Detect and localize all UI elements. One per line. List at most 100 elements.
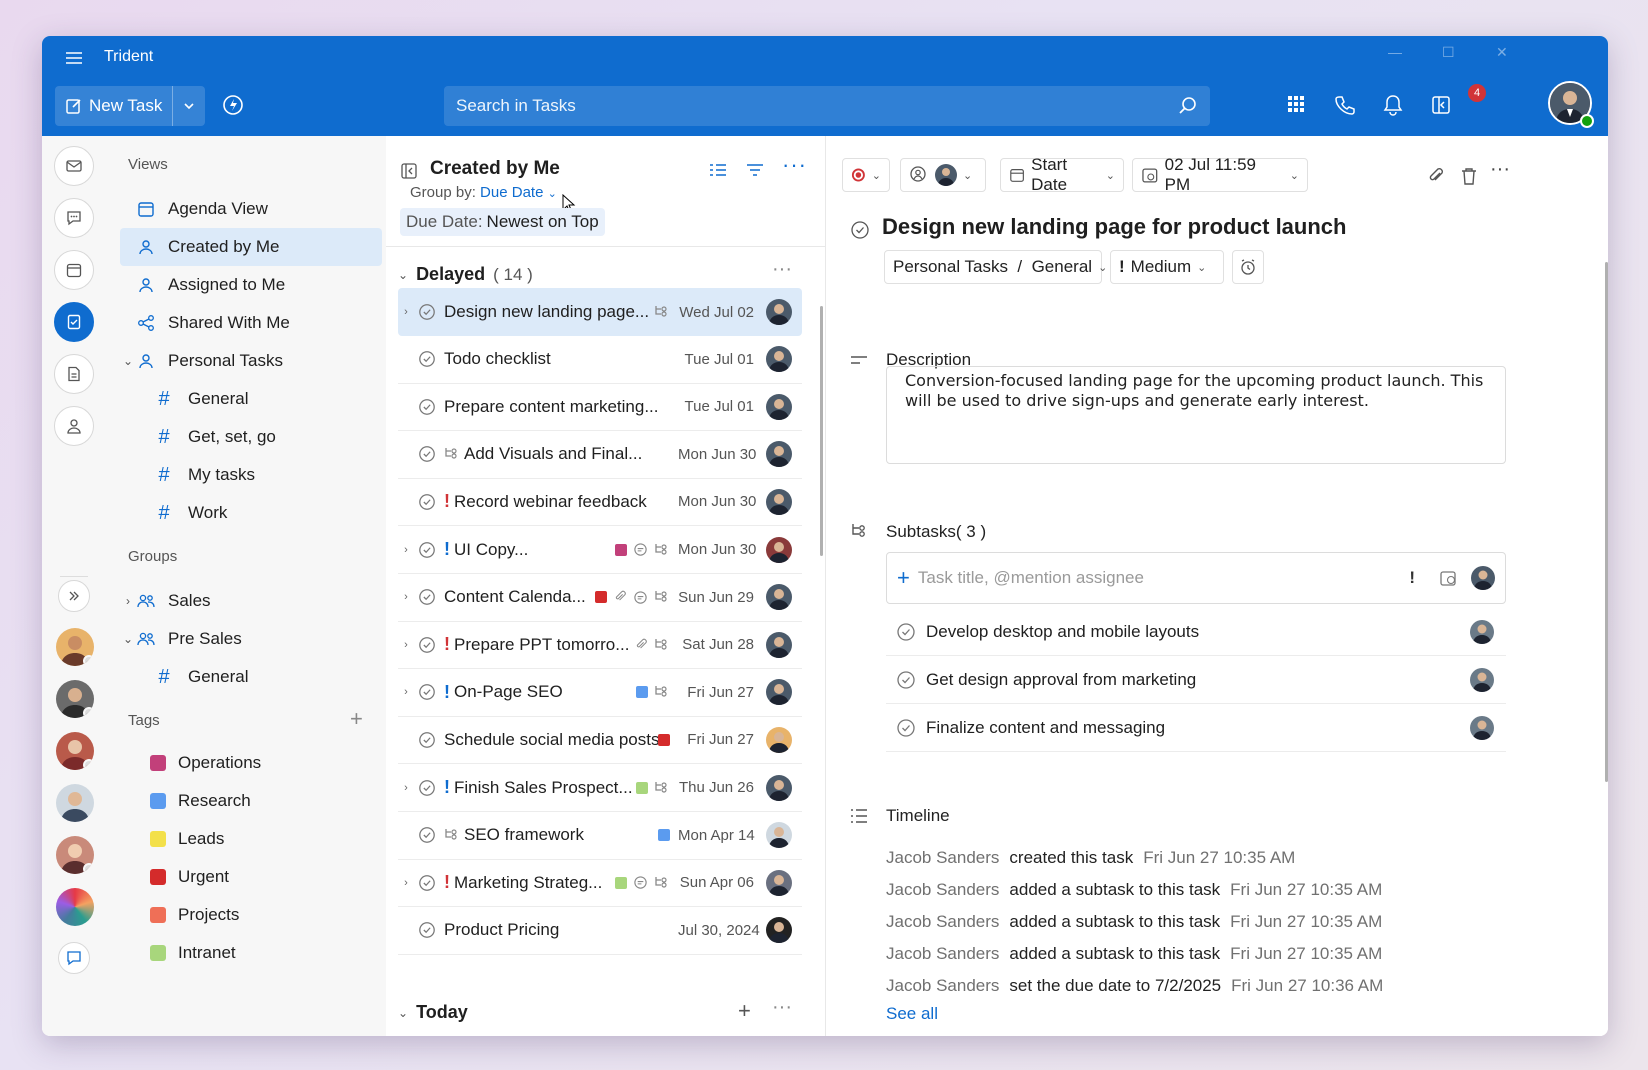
task-row[interactable]: › Design new landing page... Wed Jul 02 [398, 288, 802, 336]
rail-chat[interactable] [54, 198, 94, 238]
task-complete-toggle[interactable] [414, 874, 440, 892]
task-complete-toggle[interactable] [414, 445, 440, 463]
contact-avatar[interactable] [56, 732, 94, 770]
check-circle-icon[interactable] [418, 921, 436, 939]
nav-group-pre-sales[interactable]: ⌄ Pre Sales [120, 620, 382, 658]
assignee-dropdown[interactable]: ⌄ [900, 158, 986, 192]
task-complete-toggle[interactable] [414, 350, 440, 368]
check-circle-icon[interactable] [896, 622, 916, 642]
nav-list-get-set-go[interactable]: # Get, set, go [154, 418, 382, 456]
complete-check-icon[interactable] [850, 220, 870, 240]
close-icon[interactable]: ✕ [1496, 44, 1508, 61]
list-view-icon[interactable] [708, 162, 728, 178]
start-date-dropdown[interactable]: Start Date ⌄ [1000, 155, 1124, 194]
calendar-clock-icon[interactable] [1439, 569, 1459, 587]
task-row[interactable]: Schedule social media posts Fri Jun 27 [398, 716, 802, 765]
rail-mail[interactable] [54, 146, 94, 186]
task-complete-toggle[interactable] [414, 588, 440, 606]
due-date-dropdown[interactable]: 02 Jul 11:59 PM ⌄ [1132, 155, 1308, 194]
check-circle-icon[interactable] [418, 398, 436, 416]
more-options-icon[interactable]: ··· [782, 152, 807, 178]
check-circle-icon[interactable] [418, 350, 436, 368]
chevron-right-icon[interactable]: › [398, 686, 414, 698]
nav-tag-leads[interactable]: Leads [150, 820, 382, 858]
minimize-icon[interactable]: — [1388, 44, 1402, 60]
status-dropdown[interactable]: ⌄ [842, 158, 890, 192]
check-circle-icon[interactable] [896, 670, 916, 690]
contact-avatar[interactable] [56, 680, 94, 718]
nav-personal-tasks[interactable]: ⌄ Personal Tasks [120, 342, 382, 380]
see-all-link[interactable]: See all [886, 1004, 938, 1024]
nav-assigned-to-me[interactable]: Assigned to Me [120, 266, 382, 304]
chevron-right-icon[interactable]: › [398, 544, 414, 556]
chevron-down-icon[interactable]: ⌄ [120, 354, 136, 368]
check-circle-icon[interactable] [418, 588, 436, 606]
apps-grid-icon[interactable] [1286, 94, 1306, 114]
check-circle-icon[interactable] [418, 826, 436, 844]
list-selector[interactable]: Personal Tasks / General ⌄ [884, 250, 1107, 284]
task-row[interactable]: ›! Finish Sales Prospect... Thu Jun 26 [398, 764, 802, 812]
rail-calendar[interactable] [54, 250, 94, 290]
detail-more-icon[interactable]: ··· [1490, 158, 1510, 181]
chevron-down-icon[interactable]: ⌄ [120, 632, 136, 646]
task-complete-toggle[interactable] [414, 826, 440, 844]
task-row[interactable]: ›! Prepare PPT tomorro... Sat Jun 28 [398, 621, 802, 670]
collapse-pane-icon[interactable] [400, 162, 418, 180]
group-header-today[interactable]: ⌄ Today [398, 1002, 468, 1023]
detail-scrollbar[interactable] [1605, 262, 1608, 782]
rail-notes[interactable] [54, 354, 94, 394]
chevron-right-icon[interactable]: › [120, 594, 136, 608]
search-input[interactable]: Search in Tasks [456, 96, 1178, 116]
description-field[interactable]: Conversion-focused landing page for the … [886, 366, 1506, 464]
group-by-value[interactable]: Due Date [480, 184, 543, 201]
task-row[interactable]: Product Pricing Jul 30, 2024 [398, 907, 802, 955]
task-row[interactable]: SEO framework Mon Apr 14 [398, 812, 802, 860]
hamburger-menu-icon[interactable] [64, 48, 84, 68]
task-complete-toggle[interactable] [414, 303, 440, 321]
task-complete-toggle[interactable] [414, 493, 440, 511]
nav-group-sales[interactable]: › Sales [120, 582, 382, 620]
rail-tasks[interactable] [54, 302, 94, 342]
list-scrollbar[interactable] [820, 306, 823, 556]
new-task-dropdown[interactable] [173, 86, 205, 126]
nav-tag-urgent[interactable]: Urgent [150, 858, 382, 896]
maximize-icon[interactable]: ☐ [1442, 44, 1455, 61]
check-circle-icon[interactable] [896, 718, 916, 738]
check-circle-icon[interactable] [418, 636, 436, 654]
check-circle-icon[interactable] [418, 874, 436, 892]
search-icon[interactable] [1178, 96, 1198, 116]
contact-avatar[interactable] [56, 784, 94, 822]
new-task-button[interactable]: New Task [55, 86, 173, 126]
subtask-item[interactable]: Develop desktop and mobile layouts [886, 608, 1506, 656]
task-complete-toggle[interactable] [414, 541, 440, 559]
task-row[interactable]: ›! UI Copy... Mon Jun 30 [398, 526, 802, 574]
subtask-item[interactable]: Get design approval from marketing [886, 656, 1506, 704]
contact-avatar[interactable] [56, 836, 94, 874]
check-circle-icon[interactable] [418, 493, 436, 511]
chevron-right-icon[interactable]: › [398, 877, 414, 889]
nav-agenda-view[interactable]: Agenda View [120, 190, 382, 228]
check-circle-icon[interactable] [418, 731, 436, 749]
nav-list-general[interactable]: # General [154, 380, 382, 418]
contact-avatar[interactable] [56, 628, 94, 666]
check-circle-icon[interactable] [418, 683, 436, 701]
nav-list-work[interactable]: # Work [154, 494, 382, 532]
subtask-item[interactable]: Finalize content and messaging [886, 704, 1506, 752]
rail-feedback[interactable] [58, 942, 90, 974]
panel-toggle-icon[interactable] [1430, 94, 1452, 116]
search-box[interactable]: Search in Tasks [444, 86, 1210, 126]
group-more-icon[interactable]: ··· [772, 258, 792, 281]
quick-action-icon[interactable] [222, 94, 244, 116]
add-tag-icon[interactable]: + [350, 706, 363, 732]
chevron-right-icon[interactable]: › [398, 782, 414, 794]
priority-dropdown[interactable]: ! Medium ⌄ [1110, 250, 1224, 284]
assignee-avatar[interactable] [1471, 566, 1495, 590]
filter-icon[interactable] [746, 162, 764, 178]
group-more-icon[interactable]: ··· [772, 996, 792, 1019]
chevron-right-icon[interactable]: › [398, 639, 414, 651]
attachment-icon[interactable] [1426, 166, 1446, 186]
task-row[interactable]: Todo checklist Tue Jul 01 [398, 336, 802, 384]
nav-group-list-general[interactable]: # General [154, 658, 382, 696]
task-complete-toggle[interactable] [414, 636, 440, 654]
nav-list-my-tasks[interactable]: # My tasks [154, 456, 382, 494]
